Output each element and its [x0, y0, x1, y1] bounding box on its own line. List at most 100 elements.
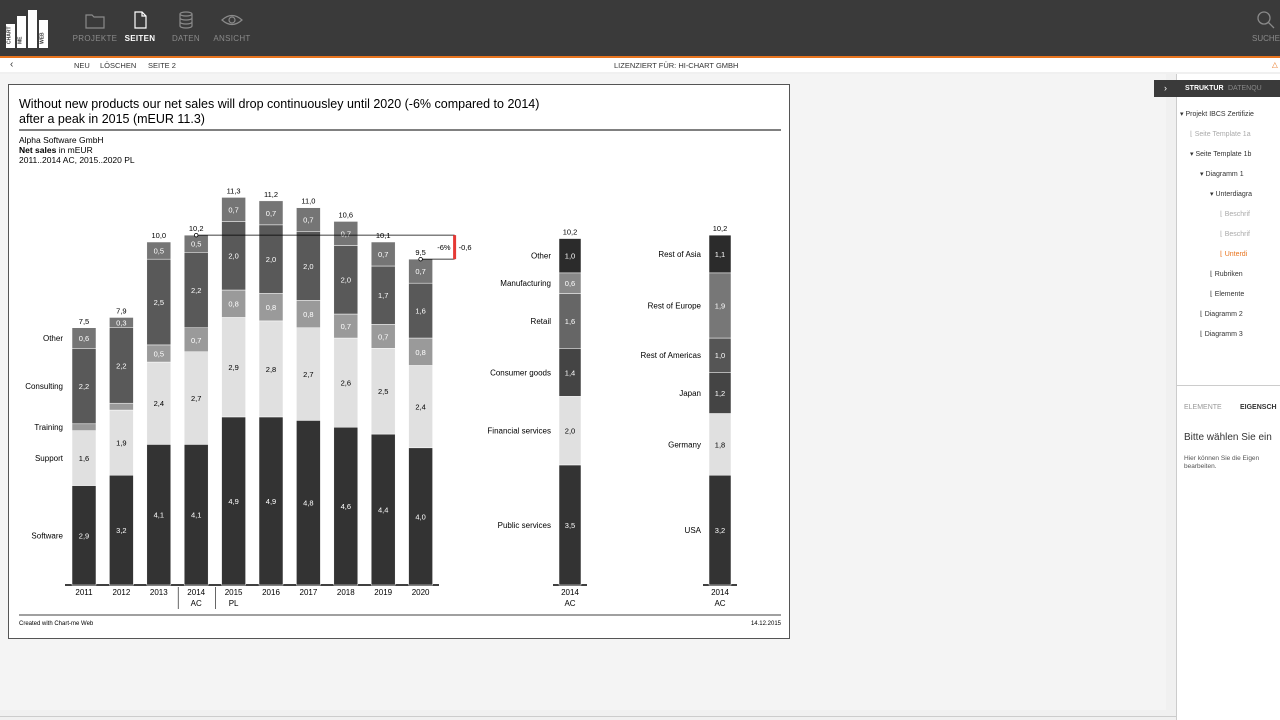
region-chart-category-label: 2014: [711, 588, 729, 597]
warning-icon[interactable]: △: [1272, 60, 1278, 69]
segment-label: 4,4: [378, 506, 388, 515]
segment-label: 4,1: [191, 511, 201, 520]
nav-projekte-label: PROJEKTE: [72, 34, 118, 43]
segment-label: 1,6: [415, 307, 425, 316]
segment-label: 3,2: [116, 526, 126, 535]
company-name: Alpha Software GmbH: [19, 135, 104, 145]
industry-chart-segment-label: 1,0: [565, 252, 575, 261]
variance-dot-2014: [193, 232, 199, 238]
measure-unit: in mEUR: [56, 145, 92, 155]
category-sublabel-2014: AC: [191, 599, 202, 608]
industry-chart-category-name: Financial services: [487, 427, 551, 436]
series-label-consulting: Consulting: [25, 382, 63, 391]
industry-chart-segment-label: 2,0: [565, 427, 575, 436]
search-icon: [1257, 11, 1275, 29]
industry-chart-category-name: Other: [531, 252, 551, 261]
segment-label: 0,8: [303, 310, 313, 319]
chart-title-line-1: Without new products our net sales will …: [19, 97, 539, 111]
total-label-2014: 10,2: [189, 224, 204, 233]
bar-segment-2012-training[interactable]: [109, 402, 134, 411]
search-button[interactable]: SUCHE: [1246, 10, 1280, 54]
tree-item[interactable]: ⌊ Beschrif: [1220, 230, 1250, 238]
region-chart-segment-label: 1,0: [715, 351, 725, 360]
variance-dot-2020: [418, 256, 423, 262]
measure-name: Net sales: [19, 145, 57, 155]
right-panel-header: › STRUKTUR DATENQU: [1154, 80, 1280, 97]
segment-label: 4,9: [228, 497, 238, 506]
nav-ansicht-button[interactable]: ANSICHT: [208, 10, 256, 54]
measure-label: Net sales in mEUR: [19, 145, 93, 155]
industry-chart-category-name: Retail: [531, 317, 552, 326]
tab-datenquellen[interactable]: DATENQU: [1228, 85, 1262, 92]
nav-daten-label: DATEN: [171, 34, 201, 43]
segment-label: 0,8: [228, 300, 238, 309]
tree-item[interactable]: ⌊ Elemente: [1210, 290, 1244, 298]
chart-page[interactable]: Without new products our net sales will …: [8, 84, 790, 639]
svg-text:WEB: WEB: [40, 32, 46, 44]
tree-item[interactable]: ⌊ Diagramm 2: [1200, 310, 1243, 318]
tab-eigenschaften[interactable]: EIGENSCH: [1240, 404, 1277, 411]
collapse-chevron-icon[interactable]: ›: [1164, 83, 1167, 93]
region-chart-segment-label: 1,8: [715, 440, 725, 449]
segment-label: 2,2: [191, 286, 201, 295]
nav-daten-button[interactable]: DATEN: [162, 10, 210, 54]
tree-item[interactable]: ▾ Diagramm 1: [1200, 170, 1244, 178]
tree-item-label: Rubriken: [1214, 271, 1243, 278]
series-label-other: Other: [43, 334, 63, 343]
tab-elemente[interactable]: ELEMENTE: [1184, 404, 1222, 411]
segment-label: 2,0: [303, 262, 313, 271]
segment-label: 0,5: [154, 349, 164, 358]
segment-label: 4,6: [341, 502, 351, 511]
nav-seiten-button[interactable]: SEITEN: [116, 10, 164, 54]
tree-item[interactable]: ⌊ Unterdi: [1220, 250, 1247, 258]
chart-title-line-2: after a peak in 2015 (mEUR 11.3): [19, 112, 205, 126]
segment-label: 0,8: [415, 348, 425, 357]
tree-item[interactable]: ⌊ Diagramm 3: [1200, 330, 1243, 338]
segment-label: 2,0: [228, 252, 238, 261]
tree-item-label: Diagramm 1: [1205, 171, 1244, 178]
properties-prompt-title: Bitte wählen Sie ein: [1184, 432, 1272, 443]
chart-me-logo[interactable]: CHART ME WEB: [4, 10, 50, 50]
properties-prompt-text: Hier können Sie die Eigen bearbeiten.: [1184, 455, 1260, 470]
region-chart-segment-label: 1,9: [715, 301, 725, 310]
tree-item[interactable]: ⌊ Rubriken: [1210, 270, 1243, 278]
nav-ansicht-label: ANSICHT: [213, 34, 251, 43]
tree-item[interactable]: ⌊ Beschrif: [1220, 210, 1250, 218]
folder-icon: [85, 14, 105, 29]
region-chart-segment-label: 3,2: [715, 526, 725, 535]
page-icon: [134, 11, 147, 29]
current-page-label: SEITE 2: [148, 61, 176, 70]
tree-item[interactable]: ⌊ Seite Template 1a: [1190, 130, 1251, 138]
new-page-button[interactable]: NEU: [74, 61, 90, 70]
region-chart-category-name: Rest of Europe: [648, 301, 702, 310]
period-label: 2011..2014 AC, 2015..2020 PL: [19, 155, 135, 165]
segment-label: 0,5: [191, 240, 201, 249]
series-label-support: Support: [35, 454, 64, 463]
tree-item[interactable]: ▾ Projekt IBCS Zertifizie: [1180, 110, 1254, 118]
bottom-border: [0, 716, 1176, 717]
region-chart-category-name: Germany: [668, 440, 701, 449]
tab-struktur[interactable]: STRUKTUR: [1185, 85, 1224, 92]
nav-projekte-button[interactable]: PROJEKTE: [71, 10, 119, 54]
segment-label: 0,8: [266, 303, 276, 312]
segment-label: 0,5: [154, 247, 164, 256]
top-toolbar: CHART ME WEB PROJEKTE SEITEN DATEN ANSIC…: [0, 0, 1280, 56]
page-subbar: ‹ NEU LÖSCHEN SEITE 2 LIZENZIERT FÜR: HI…: [0, 58, 1280, 72]
tree-item[interactable]: ▾ Unterdiagra: [1210, 190, 1252, 198]
segment-label: 0,7: [191, 336, 201, 345]
total-label-2013: 10,0: [151, 231, 166, 240]
back-chevron-icon[interactable]: ‹: [10, 59, 13, 70]
industry-chart-category-name: Manufacturing: [500, 279, 551, 288]
region-chart-category-name: Rest of Americas: [641, 351, 701, 360]
region-chart-category-name: USA: [685, 526, 702, 535]
bar-segment-2011-training[interactable]: [71, 423, 97, 431]
delete-page-button[interactable]: LÖSCHEN: [100, 61, 136, 70]
category-label-2017: 2017: [300, 588, 318, 597]
total-label-2020: 9,5: [415, 248, 425, 257]
segment-label: 0,7: [341, 322, 351, 331]
region-chart-total-label: 10,2: [713, 224, 728, 233]
total-label-2016: 11,2: [264, 190, 278, 199]
category-label-2020: 2020: [412, 588, 430, 597]
segment-label: 2,2: [116, 361, 126, 370]
tree-item[interactable]: ▾ Seite Template 1b: [1190, 150, 1251, 158]
